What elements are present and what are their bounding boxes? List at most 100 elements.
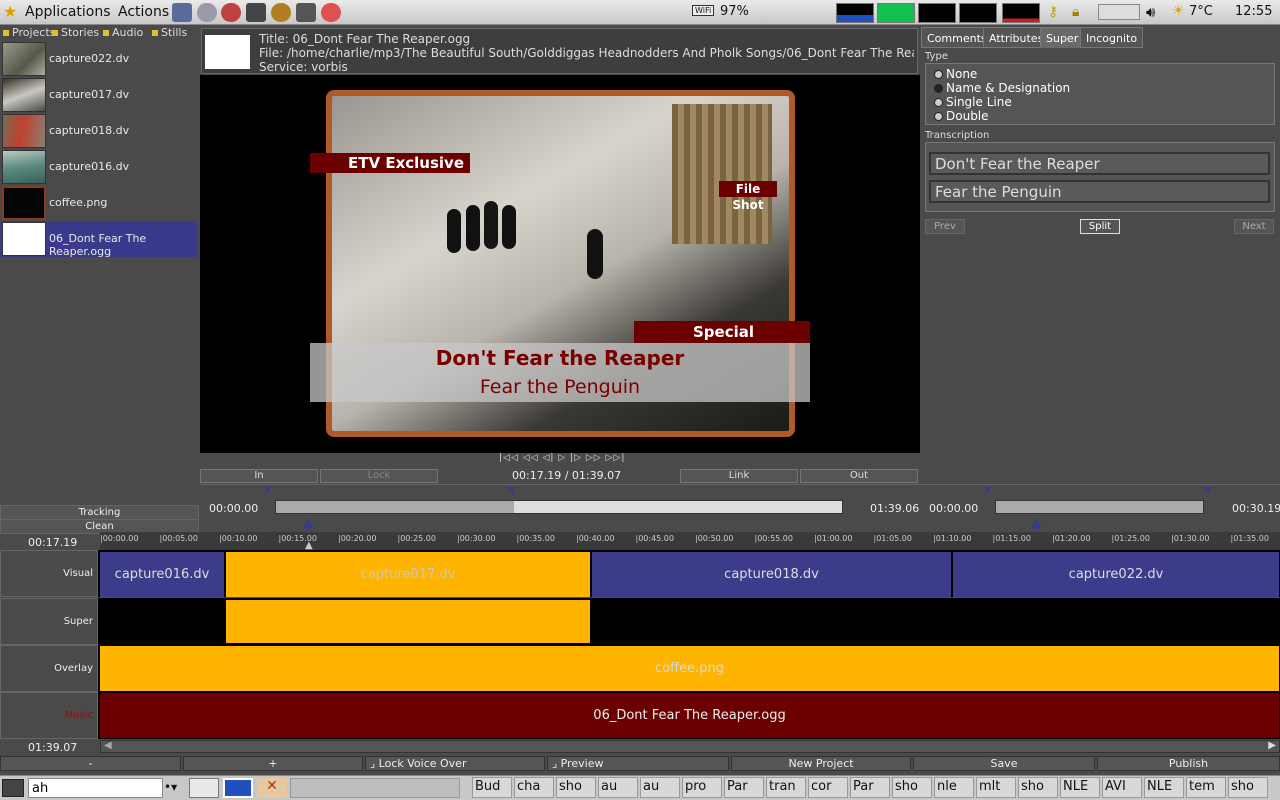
transport-controls[interactable]: |◁◁ ◁◁ ◁| ▷ |▷ ▷▷ ▷▷| [499,453,625,463]
taskbar-window-button[interactable]: sho [1228,777,1268,798]
bin-tab-stories[interactable]: Stories [52,26,99,40]
volume-slider[interactable] [1098,4,1140,20]
publish-button[interactable]: Publish [1097,756,1280,771]
dropdown-arrow-icon[interactable]: •▾ [164,780,177,794]
save-button[interactable]: Save [913,756,1095,771]
radio-double[interactable]: Double [934,109,989,123]
out-button[interactable]: Out [800,469,918,483]
taskbar-window-button[interactable]: AVI [1102,777,1142,798]
new-project-button[interactable]: New Project [731,756,911,771]
preview-toggle[interactable]: ⌟ Preview [547,756,729,771]
speaker-icon[interactable]: 🔊︎ [1146,3,1155,21]
tab-super[interactable]: Super [1040,27,1085,48]
visual-clip[interactable]: capture016.dv [100,552,224,597]
taskbar-window-button[interactable]: sho [1018,777,1058,798]
zoom-out-button[interactable]: - [0,756,181,771]
bin-clip-selected[interactable]: 06_Dont Fear The Reaper.ogg [0,221,198,258]
prev-button[interactable]: Prev [925,219,965,234]
right-scrub-track[interactable] [995,500,1204,514]
taskbar-window-button[interactable]: NLE [1060,777,1100,798]
music-clip[interactable]: 06_Dont Fear The Reaper.ogg [100,693,1279,738]
timeline-ruler[interactable]: |00:00.00 |00:05.00 |00:10.00 |00:15.00 |00:… [100,532,1280,550]
show-desktop-icon[interactable] [2,779,24,797]
tracking-button[interactable]: Tracking [0,505,199,520]
window-list-icon[interactable] [189,778,219,798]
right-scrub-start: 00:00.00 [929,502,979,515]
bin-clip[interactable]: coffee.png [0,185,198,221]
transcription-line-1[interactable]: Don't Fear the Reaper [929,152,1270,175]
visual-clip-selected[interactable]: capture017.dv [226,552,590,597]
lock-voice-over-toggle[interactable]: ⌟ Lock Voice Over [365,756,545,771]
camera-launcher-icon[interactable] [296,3,316,22]
visual-clip[interactable]: capture022.dv [953,552,1279,597]
taskbar-window-button[interactable]: cor [808,777,848,798]
clock[interactable]: 12:55 [1235,4,1272,19]
pager[interactable] [290,778,460,798]
in-marker-icon[interactable]: ◤ [985,485,993,496]
in-button[interactable]: In [200,469,318,483]
left-scrub-track[interactable] [275,500,843,514]
zoom-in-button[interactable]: + [183,756,363,771]
actions-menu[interactable]: Actions [118,4,169,20]
run-command-input[interactable] [28,778,163,798]
bin-tab-stills[interactable]: Stills [152,26,187,40]
playhead-icon[interactable]: ▲ [1031,515,1042,531]
terminal-launcher-icon[interactable] [172,3,192,22]
taskbar-window-button[interactable]: nle [934,777,974,798]
radio-none[interactable]: None [934,67,977,81]
star-icon[interactable]: ★ [3,2,17,21]
taskbar-window-button[interactable]: tran [766,777,806,798]
tools-launcher-icon[interactable] [197,3,217,22]
out-marker-icon[interactable]: ◥ [506,485,514,496]
taskbar-window-button[interactable]: cha [514,777,554,798]
applications-menu[interactable]: Applications [25,4,111,20]
scroll-left-icon[interactable]: ◀ [104,740,112,751]
compass-launcher-icon[interactable] [271,3,291,22]
monitor-launcher-icon[interactable] [246,3,266,22]
lock-icon[interactable]: 🔒︎ [1072,4,1079,20]
tab-comments[interactable]: Comments [921,27,993,48]
timeline-scrollbar[interactable]: ◀ ▶ [100,740,1280,753]
transcription-label: Transcription [925,130,990,141]
next-button[interactable]: Next [1234,219,1274,234]
video-viewer[interactable]: ETV Exclusive File Shot Special Don't Fe… [200,75,920,453]
bin-tab-audio[interactable]: Audio [103,26,143,40]
taskbar-window-button[interactable]: Par [724,777,764,798]
link-button[interactable]: Link [680,469,798,483]
taskbar-window-button[interactable]: tem [1186,777,1226,798]
taskbar-window-button[interactable]: pro [682,777,722,798]
radio-single-line[interactable]: Single Line [934,95,1012,109]
taskbar-window-button[interactable]: NLE [1144,777,1184,798]
bin-tab-projects[interactable]: Projects [3,26,55,40]
radio-name-designation[interactable]: Name & Designation [934,81,1070,95]
bin-clip[interactable]: capture017.dv [0,77,198,113]
taskbar-window-button[interactable]: au [598,777,638,798]
ruler-tick: |01:15.00 [992,534,1031,543]
taskbar-window-button[interactable]: sho [892,777,932,798]
visual-clip[interactable]: capture018.dv [592,552,951,597]
browser-launcher-icon[interactable] [221,3,241,22]
bin-clip[interactable]: capture016.dv [0,149,198,185]
tab-incognito[interactable]: Incognito [1080,27,1144,48]
workspace-icon[interactable] [223,778,253,798]
clip-thumbnail [2,114,46,148]
transcription-line-2[interactable]: Fear the Penguin [929,180,1270,203]
bin-clip[interactable]: capture022.dv [0,41,198,77]
scroll-right-icon[interactable]: ▶ [1268,740,1276,751]
taskbar-window-button[interactable]: Bud [472,777,512,798]
taskbar-window-button[interactable]: sho [556,777,596,798]
taskbar-window-button[interactable]: au [640,777,680,798]
overlay-clip[interactable]: coffee.png [100,646,1279,691]
key-icon[interactable]: ⚷ [1048,4,1058,20]
in-marker-icon[interactable]: ◤ [265,485,273,496]
taskbar-window-button[interactable]: Par [850,777,890,798]
taskbar-window-button[interactable]: mlt [976,777,1016,798]
playhead-icon[interactable]: ▲ [303,515,314,531]
out-marker-icon[interactable]: ◥ [1203,485,1211,496]
bin-clip[interactable]: capture018.dv [0,113,198,149]
lock-button[interactable]: Lock [320,469,438,483]
lifebuoy-launcher-icon[interactable] [321,3,341,22]
split-button[interactable]: Split [1080,219,1120,234]
close-app-icon[interactable]: ✕ [257,778,287,798]
super-clip[interactable] [226,600,590,643]
